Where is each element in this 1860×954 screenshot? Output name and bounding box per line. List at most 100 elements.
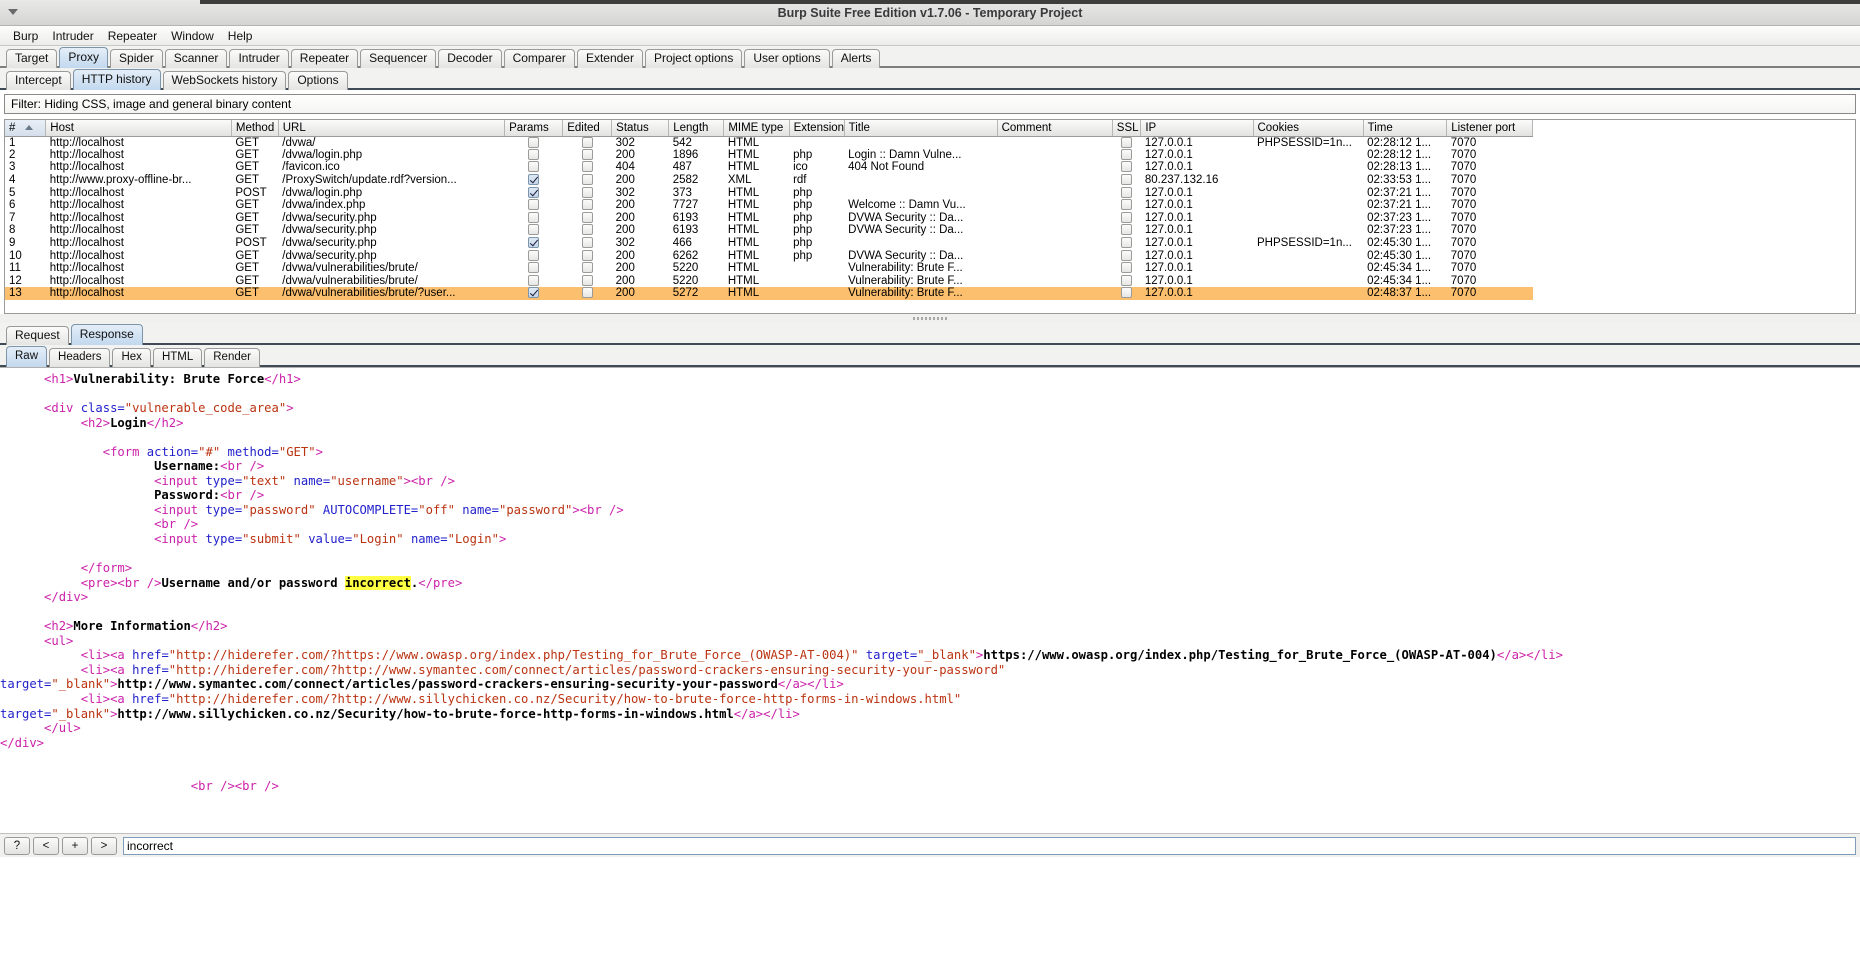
- checkbox-unchecked-icon[interactable]: [582, 250, 593, 261]
- http-history-table-container[interactable]: # Host Method URL Params Edited Status L…: [4, 119, 1856, 314]
- cell-ssl[interactable]: [1112, 212, 1141, 225]
- cell-ssl[interactable]: [1112, 287, 1141, 300]
- checkbox-unchecked-icon[interactable]: [582, 137, 593, 148]
- menu-item-window[interactable]: Window: [164, 27, 221, 45]
- tab-sequencer[interactable]: Sequencer: [360, 49, 436, 68]
- column-header-edited[interactable]: Edited: [563, 120, 612, 136]
- column-header-listener-port[interactable]: Listener port: [1447, 120, 1533, 136]
- cell-params[interactable]: [505, 174, 563, 187]
- tab-request[interactable]: Request: [6, 326, 69, 345]
- tab-extender[interactable]: Extender: [577, 49, 643, 68]
- tab-hex[interactable]: Hex: [112, 348, 150, 367]
- tab-project-options[interactable]: Project options: [645, 49, 742, 68]
- cell-ssl[interactable]: [1112, 249, 1141, 262]
- checkbox-unchecked-icon[interactable]: [528, 275, 539, 286]
- cell-ssl[interactable]: [1112, 136, 1141, 149]
- checkbox-unchecked-icon[interactable]: [1121, 187, 1132, 198]
- checkbox-unchecked-icon[interactable]: [1121, 212, 1132, 223]
- cell-edited[interactable]: [563, 149, 612, 162]
- tab-proxy[interactable]: Proxy: [59, 47, 108, 68]
- cell-params[interactable]: [505, 212, 563, 225]
- cell-edited[interactable]: [563, 275, 612, 288]
- cell-params[interactable]: [505, 224, 563, 237]
- checkbox-unchecked-icon[interactable]: [528, 149, 539, 160]
- panel-splitter[interactable]: [0, 314, 1860, 323]
- cell-edited[interactable]: [563, 199, 612, 212]
- menu-item-intruder[interactable]: Intruder: [45, 27, 100, 45]
- column-header-title[interactable]: Title: [844, 120, 997, 136]
- column-header-url[interactable]: URL: [278, 120, 504, 136]
- checkbox-unchecked-icon[interactable]: [582, 287, 593, 298]
- checkbox-unchecked-icon[interactable]: [1121, 199, 1132, 210]
- column-header-ip[interactable]: IP: [1141, 120, 1253, 136]
- checkbox-unchecked-icon[interactable]: [582, 212, 593, 223]
- cell-ssl[interactable]: [1112, 275, 1141, 288]
- cell-ssl[interactable]: [1112, 224, 1141, 237]
- checkbox-checked-icon[interactable]: [528, 287, 539, 298]
- column-header-status[interactable]: Status: [612, 120, 669, 136]
- cell-params[interactable]: [505, 275, 563, 288]
- tab-headers[interactable]: Headers: [49, 348, 110, 367]
- table-row[interactable]: 4http://www.proxy-offline-br...GET/Proxy…: [5, 174, 1533, 187]
- column-header-time[interactable]: Time: [1363, 120, 1447, 136]
- cell-ssl[interactable]: [1112, 161, 1141, 174]
- table-row[interactable]: 5http://localhostPOST/dvwa/login.php3023…: [5, 186, 1533, 199]
- checkbox-unchecked-icon[interactable]: [1121, 224, 1132, 235]
- checkbox-unchecked-icon[interactable]: [528, 224, 539, 235]
- tab-intercept[interactable]: Intercept: [6, 71, 71, 90]
- column-header-method[interactable]: Method: [231, 120, 278, 136]
- checkbox-unchecked-icon[interactable]: [582, 275, 593, 286]
- cell-edited[interactable]: [563, 186, 612, 199]
- column-header-params[interactable]: Params: [505, 120, 563, 136]
- checkbox-unchecked-icon[interactable]: [582, 161, 593, 172]
- checkbox-unchecked-icon[interactable]: [528, 212, 539, 223]
- search-next-button[interactable]: >: [91, 837, 117, 855]
- checkbox-unchecked-icon[interactable]: [1121, 137, 1132, 148]
- table-row[interactable]: 12http://localhostGET/dvwa/vulnerabiliti…: [5, 275, 1533, 288]
- cell-ssl[interactable]: [1112, 174, 1141, 187]
- checkbox-checked-icon[interactable]: [528, 237, 539, 248]
- cell-params[interactable]: [505, 149, 563, 162]
- cell-ssl[interactable]: [1112, 199, 1141, 212]
- checkbox-unchecked-icon[interactable]: [528, 137, 539, 148]
- cell-params[interactable]: [505, 161, 563, 174]
- checkbox-unchecked-icon[interactable]: [582, 224, 593, 235]
- checkbox-unchecked-icon[interactable]: [528, 262, 539, 273]
- cell-params[interactable]: [505, 237, 563, 250]
- checkbox-unchecked-icon[interactable]: [1121, 262, 1132, 273]
- checkbox-unchecked-icon[interactable]: [1121, 149, 1132, 160]
- tab-http-history[interactable]: HTTP history: [73, 69, 161, 90]
- cell-params[interactable]: [505, 136, 563, 149]
- checkbox-unchecked-icon[interactable]: [582, 237, 593, 248]
- table-row[interactable]: 10http://localhostGET/dvwa/security.php2…: [5, 249, 1533, 262]
- column-header-cookies[interactable]: Cookies: [1253, 120, 1363, 136]
- tab-options[interactable]: Options: [288, 71, 347, 90]
- table-row[interactable]: 11http://localhostGET/dvwa/vulnerabiliti…: [5, 262, 1533, 275]
- table-row[interactable]: 3http://localhostGET/favicon.ico404487HT…: [5, 161, 1533, 174]
- tab-alerts[interactable]: Alerts: [832, 49, 881, 68]
- table-row[interactable]: 13http://localhostGET/dvwa/vulnerabiliti…: [5, 287, 1533, 300]
- cell-edited[interactable]: [563, 287, 612, 300]
- table-row[interactable]: 9http://localhostPOST/dvwa/security.php3…: [5, 237, 1533, 250]
- checkbox-unchecked-icon[interactable]: [528, 161, 539, 172]
- cell-edited[interactable]: [563, 224, 612, 237]
- column-header-host[interactable]: Host: [46, 120, 232, 136]
- cell-ssl[interactable]: [1112, 186, 1141, 199]
- cell-ssl[interactable]: [1112, 149, 1141, 162]
- filter-bar[interactable]: Filter: Hiding CSS, image and general bi…: [4, 94, 1856, 114]
- chevron-down-icon[interactable]: [8, 9, 18, 15]
- cell-edited[interactable]: [563, 262, 612, 275]
- tab-decoder[interactable]: Decoder: [438, 49, 501, 68]
- checkbox-checked-icon[interactable]: [528, 187, 539, 198]
- table-row[interactable]: 6http://localhostGET/dvwa/index.php20077…: [5, 199, 1533, 212]
- menu-item-repeater[interactable]: Repeater: [101, 27, 164, 45]
- column-header-ssl[interactable]: SSL: [1112, 120, 1141, 136]
- column-header-mime-type[interactable]: MIME type: [724, 120, 789, 136]
- column-header-comment[interactable]: Comment: [997, 120, 1112, 136]
- search-add-button[interactable]: +: [62, 837, 88, 855]
- checkbox-unchecked-icon[interactable]: [528, 250, 539, 261]
- menu-item-help[interactable]: Help: [221, 27, 260, 45]
- tab-intruder[interactable]: Intruder: [229, 49, 288, 68]
- checkbox-unchecked-icon[interactable]: [582, 187, 593, 198]
- cell-edited[interactable]: [563, 212, 612, 225]
